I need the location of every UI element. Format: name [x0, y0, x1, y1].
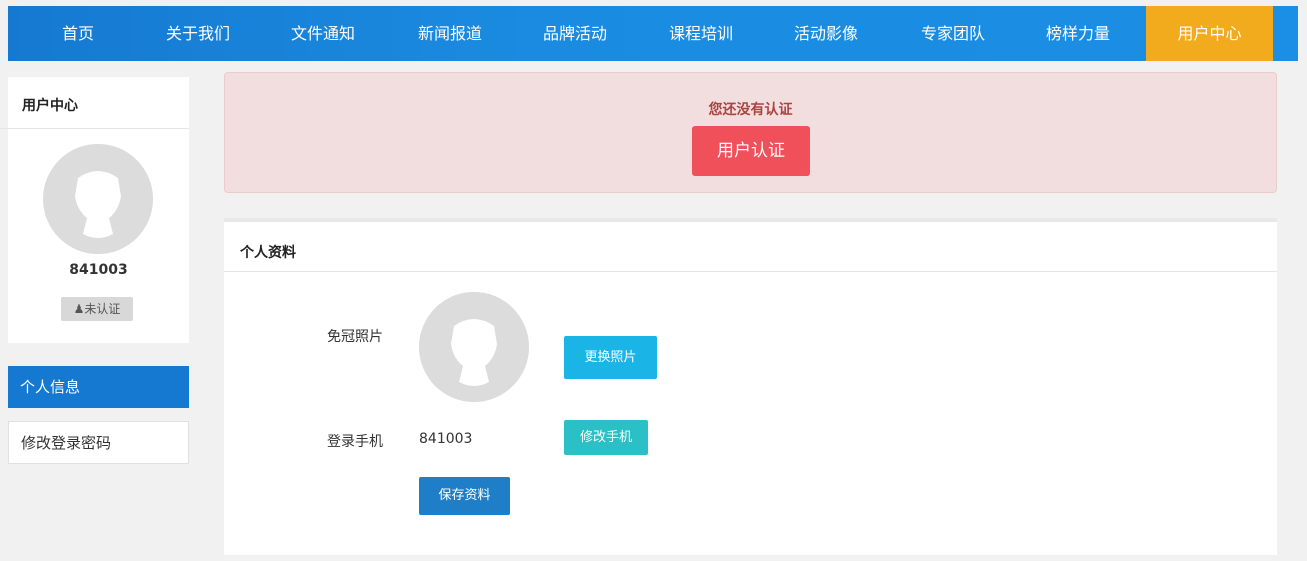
nav-news[interactable]: 新闻报道 [405, 6, 495, 61]
user-avatar-icon [43, 144, 153, 254]
profile-divider [224, 271, 1277, 272]
nav-home[interactable]: 首页 [38, 6, 118, 61]
change-photo-button[interactable]: 更换照片 [564, 336, 657, 379]
verify-user-button[interactable]: 用户认证 [692, 126, 810, 176]
nav-experts[interactable]: 专家团队 [908, 6, 998, 61]
user-icon: ♟ [73, 302, 85, 316]
status-badge: ♟未认证 [61, 297, 133, 321]
verification-alert: 您还没有认证 用户认证 [224, 72, 1277, 193]
sidebar-username: 841003 [69, 262, 128, 278]
sidebar-item-change-password[interactable]: 修改登录密码 [8, 421, 189, 464]
nav-brand-events[interactable]: 品牌活动 [530, 6, 620, 61]
phone-value: 841003 [419, 431, 473, 447]
top-nav: 首页 关于我们 文件通知 新闻报道 品牌活动 课程培训 活动影像 专家团队 榜样… [8, 6, 1298, 61]
phone-label: 登录手机 [327, 434, 383, 450]
nav-user-center[interactable]: 用户中心 [1146, 6, 1273, 61]
status-badge-label: 未认证 [84, 302, 121, 316]
nav-courses[interactable]: 课程培训 [656, 6, 746, 61]
profile-title: 个人资料 [240, 245, 296, 261]
sidebar-item-personal-info[interactable]: 个人信息 [8, 366, 189, 408]
sidebar-divider [0, 128, 189, 129]
alert-message: 您还没有认证 [708, 102, 793, 118]
photo-label: 免冠照片 [327, 329, 383, 345]
change-phone-button[interactable]: 修改手机 [564, 420, 648, 455]
save-profile-button[interactable]: 保存资料 [419, 477, 510, 515]
nav-notices[interactable]: 文件通知 [278, 6, 368, 61]
profile-card: 个人资料 免冠照片 更换照片 登录手机 841003 修改手机 保存资料 [224, 218, 1277, 555]
nav-role-models[interactable]: 榜样力量 [1033, 6, 1123, 61]
profile-photo [419, 292, 529, 402]
sidebar-title: 用户中心 [22, 98, 78, 114]
nav-about[interactable]: 关于我们 [153, 6, 243, 61]
nav-gallery[interactable]: 活动影像 [781, 6, 871, 61]
